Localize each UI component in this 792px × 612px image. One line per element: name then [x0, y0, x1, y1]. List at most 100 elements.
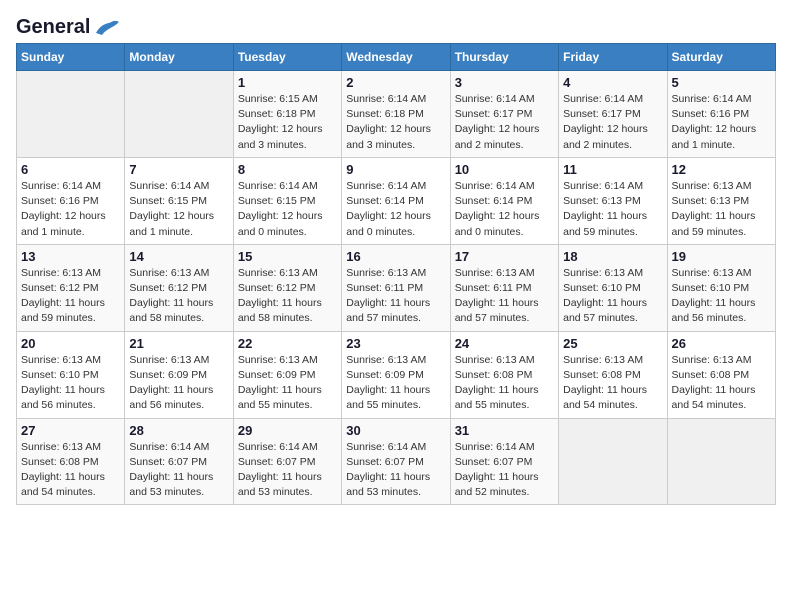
- day-cell: 28 Sunrise: 6:14 AM Sunset: 6:07 PM Dayli…: [125, 418, 233, 505]
- day-cell: 2Sunrise: 6:14 AM Sunset: 6:18 PM Daylig…: [342, 71, 450, 158]
- logo-text: General: [16, 16, 120, 39]
- day-cell: [667, 418, 775, 505]
- day-cell: 27 Sunrise: 6:13 AM Sunset: 6:08 PM Dayli…: [17, 418, 125, 505]
- day-cell: [125, 71, 233, 158]
- day-cell: 6 Sunrise: 6:14 AM Sunset: 6:16 PM Daylig…: [17, 157, 125, 244]
- day-info: Sunrise: 6:14 AM Sunset: 6:07 PM Dayligh…: [129, 440, 228, 501]
- day-number: 26: [672, 336, 771, 351]
- day-info: Sunrise: 6:13 AM Sunset: 6:12 PM Dayligh…: [129, 266, 228, 327]
- day-info: Sunrise: 6:13 AM Sunset: 6:10 PM Dayligh…: [563, 266, 662, 327]
- day-number: 22: [238, 336, 337, 351]
- day-number: 23: [346, 336, 445, 351]
- day-number: 30: [346, 423, 445, 438]
- day-cell: 21 Sunrise: 6:13 AM Sunset: 6:09 PM Dayli…: [125, 331, 233, 418]
- day-cell: 22 Sunrise: 6:13 AM Sunset: 6:09 PM Dayli…: [233, 331, 341, 418]
- week-row-4: 20 Sunrise: 6:13 AM Sunset: 6:10 PM Dayli…: [17, 331, 776, 418]
- week-row-2: 6 Sunrise: 6:14 AM Sunset: 6:16 PM Daylig…: [17, 157, 776, 244]
- day-number: 21: [129, 336, 228, 351]
- logo-bird-icon: [92, 19, 120, 37]
- day-info: Sunrise: 6:13 AM Sunset: 6:11 PM Dayligh…: [346, 266, 445, 327]
- day-cell: 31 Sunrise: 6:14 AM Sunset: 6:07 PM Dayli…: [450, 418, 558, 505]
- day-number: 8: [238, 162, 337, 177]
- day-number: 13: [21, 249, 120, 264]
- day-cell: 18 Sunrise: 6:13 AM Sunset: 6:10 PM Dayli…: [559, 244, 667, 331]
- header-sunday: Sunday: [17, 44, 125, 71]
- day-number: 4: [563, 75, 662, 90]
- calendar-header-row: SundayMondayTuesdayWednesdayThursdayFrid…: [17, 44, 776, 71]
- header-tuesday: Tuesday: [233, 44, 341, 71]
- week-row-5: 27 Sunrise: 6:13 AM Sunset: 6:08 PM Dayli…: [17, 418, 776, 505]
- day-cell: 9 Sunrise: 6:14 AM Sunset: 6:14 PM Daylig…: [342, 157, 450, 244]
- day-number: 28: [129, 423, 228, 438]
- day-cell: 5Sunrise: 6:14 AM Sunset: 6:16 PM Daylig…: [667, 71, 775, 158]
- header-monday: Monday: [125, 44, 233, 71]
- day-info: Sunrise: 6:13 AM Sunset: 6:12 PM Dayligh…: [238, 266, 337, 327]
- day-number: 9: [346, 162, 445, 177]
- day-info: Sunrise: 6:14 AM Sunset: 6:17 PM Dayligh…: [563, 92, 662, 153]
- day-cell: 25 Sunrise: 6:13 AM Sunset: 6:08 PM Dayli…: [559, 331, 667, 418]
- day-number: 19: [672, 249, 771, 264]
- day-cell: 10 Sunrise: 6:14 AM Sunset: 6:14 PM Dayli…: [450, 157, 558, 244]
- day-info: Sunrise: 6:14 AM Sunset: 6:14 PM Dayligh…: [346, 179, 445, 240]
- day-info: Sunrise: 6:14 AM Sunset: 6:13 PM Dayligh…: [563, 179, 662, 240]
- day-cell: 4 Sunrise: 6:14 AM Sunset: 6:17 PM Daylig…: [559, 71, 667, 158]
- day-info: Sunrise: 6:13 AM Sunset: 6:10 PM Dayligh…: [21, 353, 120, 414]
- day-number: 10: [455, 162, 554, 177]
- day-cell: 23Sunrise: 6:13 AM Sunset: 6:09 PM Dayli…: [342, 331, 450, 418]
- day-info: Sunrise: 6:14 AM Sunset: 6:07 PM Dayligh…: [346, 440, 445, 501]
- day-cell: 29 Sunrise: 6:14 AM Sunset: 6:07 PM Dayli…: [233, 418, 341, 505]
- day-info: Sunrise: 6:14 AM Sunset: 6:15 PM Dayligh…: [129, 179, 228, 240]
- page-header: General: [16, 16, 776, 35]
- day-info: Sunrise: 6:13 AM Sunset: 6:11 PM Dayligh…: [455, 266, 554, 327]
- header-thursday: Thursday: [450, 44, 558, 71]
- day-number: 25: [563, 336, 662, 351]
- day-cell: 3Sunrise: 6:14 AM Sunset: 6:17 PM Daylig…: [450, 71, 558, 158]
- day-number: 1: [238, 75, 337, 90]
- day-cell: 20 Sunrise: 6:13 AM Sunset: 6:10 PM Dayli…: [17, 331, 125, 418]
- day-cell: 13Sunrise: 6:13 AM Sunset: 6:12 PM Dayli…: [17, 244, 125, 331]
- header-wednesday: Wednesday: [342, 44, 450, 71]
- day-cell: 17 Sunrise: 6:13 AM Sunset: 6:11 PM Dayli…: [450, 244, 558, 331]
- day-cell: 12Sunrise: 6:13 AM Sunset: 6:13 PM Dayli…: [667, 157, 775, 244]
- day-info: Sunrise: 6:14 AM Sunset: 6:16 PM Dayligh…: [672, 92, 771, 153]
- calendar-table: SundayMondayTuesdayWednesdayThursdayFrid…: [16, 43, 776, 505]
- day-number: 6: [21, 162, 120, 177]
- day-info: Sunrise: 6:14 AM Sunset: 6:16 PM Dayligh…: [21, 179, 120, 240]
- day-number: 7: [129, 162, 228, 177]
- day-info: Sunrise: 6:13 AM Sunset: 6:08 PM Dayligh…: [672, 353, 771, 414]
- day-number: 3: [455, 75, 554, 90]
- week-row-1: 1 Sunrise: 6:15 AM Sunset: 6:18 PM Daylig…: [17, 71, 776, 158]
- day-number: 29: [238, 423, 337, 438]
- day-info: Sunrise: 6:14 AM Sunset: 6:15 PM Dayligh…: [238, 179, 337, 240]
- day-cell: 15 Sunrise: 6:13 AM Sunset: 6:12 PM Dayli…: [233, 244, 341, 331]
- header-friday: Friday: [559, 44, 667, 71]
- day-info: Sunrise: 6:14 AM Sunset: 6:07 PM Dayligh…: [238, 440, 337, 501]
- day-cell: [17, 71, 125, 158]
- day-cell: 16 Sunrise: 6:13 AM Sunset: 6:11 PM Dayli…: [342, 244, 450, 331]
- day-cell: 26 Sunrise: 6:13 AM Sunset: 6:08 PM Dayli…: [667, 331, 775, 418]
- day-cell: [559, 418, 667, 505]
- day-number: 15: [238, 249, 337, 264]
- day-info: Sunrise: 6:13 AM Sunset: 6:13 PM Dayligh…: [672, 179, 771, 240]
- day-info: Sunrise: 6:14 AM Sunset: 6:18 PM Dayligh…: [346, 92, 445, 153]
- day-info: Sunrise: 6:13 AM Sunset: 6:09 PM Dayligh…: [129, 353, 228, 414]
- day-info: Sunrise: 6:13 AM Sunset: 6:09 PM Dayligh…: [238, 353, 337, 414]
- week-row-3: 13 Sunrise: 6:13 AM Sunset: 6:12 PM Dayli…: [17, 244, 776, 331]
- day-info: Sunrise: 6:14 AM Sunset: 6:07 PM Dayligh…: [455, 440, 554, 501]
- header-saturday: Saturday: [667, 44, 775, 71]
- day-number: 18: [563, 249, 662, 264]
- day-number: 16: [346, 249, 445, 264]
- day-number: 31: [455, 423, 554, 438]
- day-number: 20: [21, 336, 120, 351]
- day-number: 27: [21, 423, 120, 438]
- day-number: 24: [455, 336, 554, 351]
- day-number: 17: [455, 249, 554, 264]
- day-info: Sunrise: 6:13 AM Sunset: 6:08 PM Dayligh…: [21, 440, 120, 501]
- day-number: 14: [129, 249, 228, 264]
- day-cell: 1 Sunrise: 6:15 AM Sunset: 6:18 PM Daylig…: [233, 71, 341, 158]
- day-info: Sunrise: 6:13 AM Sunset: 6:10 PM Dayligh…: [672, 266, 771, 327]
- day-info: Sunrise: 6:13 AM Sunset: 6:08 PM Dayligh…: [563, 353, 662, 414]
- day-info: Sunrise: 6:14 AM Sunset: 6:14 PM Dayligh…: [455, 179, 554, 240]
- day-info: Sunrise: 6:15 AM Sunset: 6:18 PM Dayligh…: [238, 92, 337, 153]
- day-cell: 30 Sunrise: 6:14 AM Sunset: 6:07 PM Dayli…: [342, 418, 450, 505]
